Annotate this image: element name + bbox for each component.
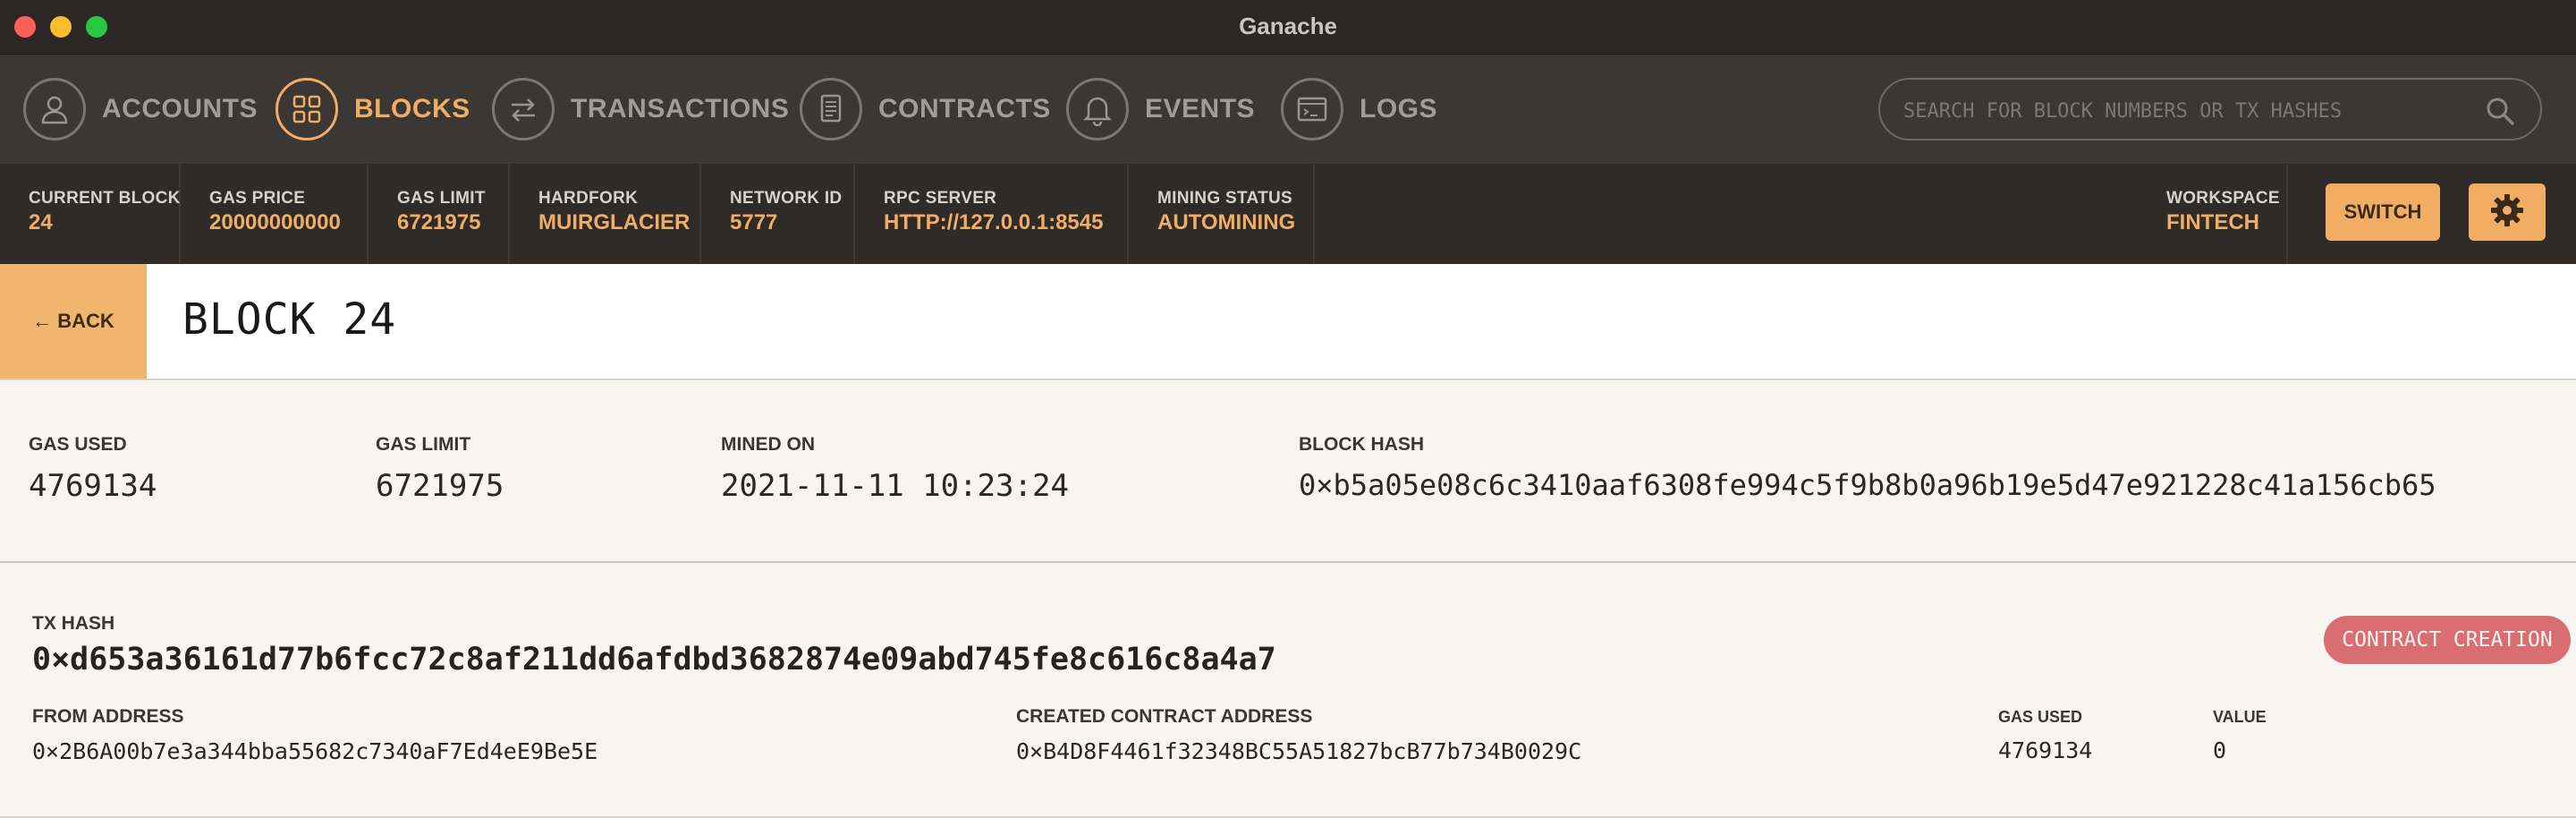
block-gas-used-value: 4769134 — [29, 468, 157, 504]
current-block-label: CURRENT BLOCK — [29, 189, 181, 208]
mining-status-value: AUTOMINING — [1157, 210, 1296, 234]
stat-gas-price: GAS PRICE 20000000000 — [181, 164, 369, 264]
tx-hash-value: 0×d653a36161d77b6fcc72c8af211dd6afdbd368… — [32, 642, 1276, 677]
terminal-icon — [1281, 78, 1343, 141]
block-gas-limit: GAS LIMIT 6721975 — [376, 434, 504, 504]
back-button[interactable]: ← BACK — [0, 264, 147, 379]
tx-created-contract-address-label: CREATED CONTRACT ADDRESS — [1016, 706, 1313, 727]
tx-created-contract-address-value: 0×B4D8F4461f32348BC55A51827bcB77b734B002… — [1016, 738, 1582, 764]
mining-status-label: MINING STATUS — [1157, 189, 1292, 208]
nav-events-label: EVENTS — [1145, 94, 1256, 124]
tx-value-value: 0 — [2213, 737, 2227, 763]
tx-from-address: FROM ADDRESS 0×2B6A00b7e3a344bba55682c73… — [32, 706, 597, 764]
stat-gas-limit: GAS LIMIT 6721975 — [369, 164, 510, 264]
block-mined-on-label: MINED ON — [721, 434, 815, 455]
tx-gas-used-label: GAS USED — [1998, 708, 2083, 726]
stat-current-block: CURRENT BLOCK 24 — [0, 164, 181, 264]
stat-network-id: NETWORK ID 5777 — [701, 164, 855, 264]
tx-gas-used: GAS USED 4769134 — [1998, 708, 2092, 763]
block-mined-on: MINED ON 2021-11-11 10:23:24 — [721, 434, 1069, 504]
stat-hardfork: HARDFORK MUIRGLACIER — [510, 164, 701, 264]
switch-workspace-button[interactable]: SWITCH — [2326, 183, 2440, 241]
page-header: ← BACK BLOCK 24 — [0, 264, 2576, 380]
nav-transactions-label: TRANSACTIONS — [571, 94, 790, 124]
block-summary: GAS USED 4769134 GAS LIMIT 6721975 MINED… — [0, 380, 2576, 563]
tx-gas-used-value: 4769134 — [1998, 737, 2093, 763]
tx-hash-label: TX HASH — [32, 613, 115, 634]
window-title: Ganache — [1239, 13, 1337, 39]
tx-value-label: VALUE — [2213, 708, 2267, 726]
document-icon — [800, 78, 862, 141]
search-box — [1878, 78, 2542, 141]
search-icon[interactable] — [2485, 96, 2515, 131]
rpc-server-label: RPC SERVER — [884, 189, 997, 208]
hardfork-label: HARDFORK — [538, 189, 639, 208]
block-hash-label: BLOCK HASH — [1299, 434, 1424, 455]
transaction-row[interactable]: TX HASH 0×d653a36161d77b6fcc72c8af211dd6… — [0, 563, 2576, 818]
workspace-label: WORKSPACE — [2166, 189, 2280, 208]
block-gas-limit-label: GAS LIMIT — [376, 434, 471, 455]
stat-rpc-server: RPC SERVER HTTP://127.0.0.1:8545 — [855, 164, 1129, 264]
window-titlebar: Ganache — [0, 0, 2576, 55]
nav-transactions[interactable]: TRANSACTIONS — [492, 75, 789, 143]
nav-blocks[interactable]: BLOCKS — [275, 75, 470, 143]
swap-arrows-icon — [492, 78, 555, 141]
gear-icon — [2489, 192, 2525, 233]
tx-from-address-label: FROM ADDRESS — [32, 706, 184, 727]
nav-blocks-label: BLOCKS — [354, 94, 470, 124]
network-id-value: 5777 — [730, 210, 778, 234]
block-hash-value: 0×b5a05e08c6c3410aaf6308fe994c5f9b8b0a96… — [1299, 468, 2436, 502]
grid-icon — [275, 78, 338, 141]
network-id-label: NETWORK ID — [730, 189, 843, 208]
gas-limit-label: GAS LIMIT — [397, 189, 486, 208]
gas-price-value: 20000000000 — [209, 210, 341, 234]
rpc-server-value: HTTP://127.0.0.1:8545 — [884, 210, 1104, 234]
tx-created-contract-address: CREATED CONTRACT ADDRESS 0×B4D8F4461f323… — [1016, 706, 1581, 764]
block-gas-limit-value: 6721975 — [376, 468, 504, 504]
nav-accounts-label: ACCOUNTS — [102, 94, 258, 124]
tx-type-badge: CONTRACT CREATION — [2324, 616, 2571, 664]
nav-contracts-label: CONTRACTS — [878, 94, 1051, 124]
block-gas-used: GAS USED 4769134 — [29, 434, 157, 504]
main-nav: ACCOUNTS BLOCKS TRANSACTIONS CONTRACTS E… — [0, 55, 2576, 164]
nav-accounts[interactable]: ACCOUNTS — [23, 75, 258, 143]
user-icon — [23, 78, 86, 141]
nav-logs[interactable]: LOGS — [1281, 75, 1437, 143]
stat-mining-status: MINING STATUS AUTOMINING — [1129, 164, 1315, 264]
gas-limit-value: 6721975 — [397, 210, 481, 234]
status-bar: CURRENT BLOCK 24 GAS PRICE 20000000000 G… — [0, 164, 2576, 264]
hardfork-value: MUIRGLACIER — [538, 210, 691, 234]
tx-value: VALUE 0 — [2213, 708, 2267, 763]
current-block-value: 24 — [29, 210, 53, 234]
workspace-value: FINTECH — [2166, 210, 2259, 234]
block-hash: BLOCK HASH 0×b5a05e08c6c3410aaf6308fe994… — [1299, 434, 2572, 502]
tx-from-address-value: 0×2B6A00b7e3a344bba55682c7340aF7Ed4eE9Be… — [32, 738, 598, 764]
gas-price-label: GAS PRICE — [209, 189, 306, 208]
block-mined-on-value: 2021-11-11 10:23:24 — [721, 468, 1069, 504]
nav-events[interactable]: EVENTS — [1066, 75, 1255, 143]
nav-contracts[interactable]: CONTRACTS — [800, 75, 1051, 143]
bell-icon — [1066, 78, 1129, 141]
page-title: BLOCK 24 — [182, 294, 397, 345]
settings-button[interactable] — [2469, 183, 2546, 241]
nav-logs-label: LOGS — [1360, 94, 1438, 124]
block-gas-used-label: GAS USED — [29, 434, 127, 455]
stat-workspace: WORKSPACE FINTECH — [2138, 164, 2288, 264]
search-input[interactable] — [1902, 92, 2478, 130]
